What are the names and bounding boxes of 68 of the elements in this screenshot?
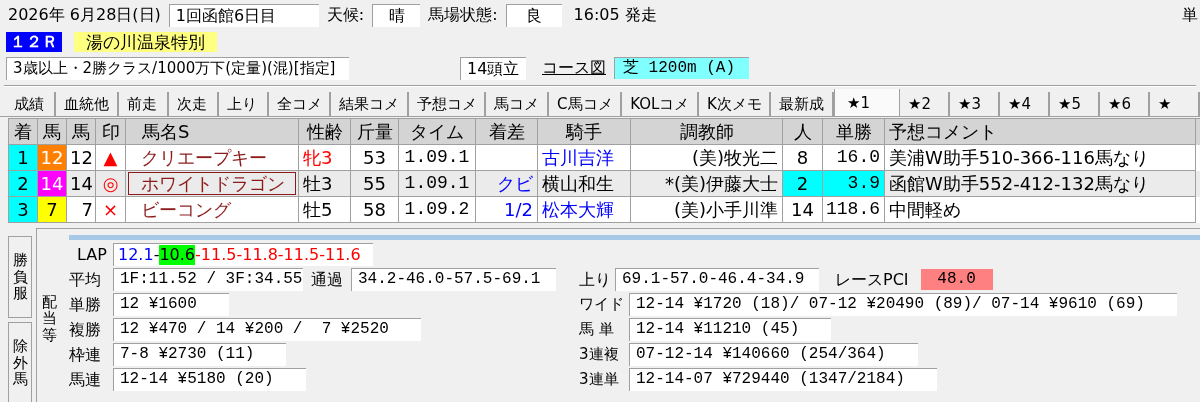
payout-field: 7-8 ¥2730 (11) [113, 343, 287, 366]
table-cell: 1 [9, 145, 38, 171]
payout-label: ワイド [579, 294, 625, 316]
section-label: 配当等 [41, 293, 57, 344]
race-name: 湯の川温泉特別 [74, 32, 217, 52]
track-condition-label: 馬場状態: [428, 4, 498, 26]
table-cell: 1/2 [476, 197, 538, 223]
payout-field: 12 ¥1600 [113, 293, 229, 316]
payout-field: 12 ¥470 / 14 ¥200 / 7 ¥2520 [113, 318, 421, 341]
frame-number: 12 [38, 145, 67, 171]
course-map-link[interactable]: コース図 [542, 56, 606, 80]
runners-field: 14頭立 [460, 56, 526, 80]
result-row[interactable]: 3 7 7 × ビーコング 牡5 58 1.09.2 1/2 松本大輝 (美)小手川準 14 118.6 中間軽め [9, 197, 1200, 223]
frame-number: 7 [38, 197, 67, 223]
payout-label: 3連単 [579, 369, 620, 391]
race-conditions-field: 3歳以上・2勝クラス/1000万下(定量)(混)[指定] [6, 56, 349, 80]
payout-label: 馬 単 [579, 319, 615, 341]
horse-name[interactable]: クリエープキー [128, 146, 296, 169]
column-heading: 単 [1182, 4, 1199, 26]
tab[interactable]: ★1 [833, 89, 900, 116]
payout-field: 12-14 ¥5180 (20) [113, 368, 306, 391]
side-tab[interactable]: 除外馬 [8, 322, 32, 402]
result-row[interactable]: 2 14 14 ◎ ホワイトドラゴン 牡3 55 1.09.1 クビ 横山和生 *(美)伊藤大士 2 3.9 函館W助手552-412-132馬なり [9, 171, 1200, 197]
table-cell: (美)小手川準 [631, 197, 783, 223]
payout-field: 07-12-14 ¥140660 (254/364) [629, 343, 918, 366]
payout-field: 12-14 ¥1720 (18)/ 07-12 ¥20490 (89)/ 07-14 ¥9610 (69) [629, 293, 1177, 316]
prediction-mark: × [96, 197, 126, 223]
payout-field: 12-14 ¥11210 (45) [629, 318, 832, 341]
last-split-field: 69.1-57.0-46.4-34.9 [615, 268, 819, 291]
payout-label: 枠連 [68, 343, 102, 366]
race-pci-label: レースPCI [835, 268, 909, 291]
table-cell: 牡5 [299, 197, 351, 223]
post-time: 16:05 発走 [573, 4, 657, 26]
lap-label: LAP [76, 243, 108, 266]
payout-label: 3連複 [579, 344, 620, 366]
weather-field: 晴 [372, 3, 421, 27]
side-tab[interactable]: 勝負服 [8, 236, 32, 318]
race-date: 2026年 6月28日(日) [8, 4, 161, 26]
payout-label: 複勝 [68, 318, 102, 341]
passing-field: 34.2-46.0-57.5-69.1 [351, 268, 556, 291]
weather-label: 天候: [326, 4, 365, 26]
payout-label: 単勝 [68, 293, 102, 316]
track-condition-field: 良 [505, 3, 562, 27]
jockey-name: 松本大輝 [538, 197, 631, 223]
frame-number: 14 [38, 171, 67, 197]
table-cell: 7 [67, 197, 96, 223]
race-pci-value: 48.0 [920, 269, 993, 290]
table-cell: 1.09.2 [399, 197, 476, 223]
table-cell: 2 [9, 171, 38, 197]
result-row[interactable]: 1 12 12 ▲ クリエープキー 牝3 53 1.09.1 古川吉洋 (美)牧光二 8 16.0 美浦W助手510-366-116馬なり [9, 145, 1200, 171]
payout-label: 馬連 [68, 368, 102, 391]
last-split-label: 上り [579, 268, 612, 291]
table-cell: 3 [9, 197, 38, 223]
payout-field: 12-14-07 ¥729440 (1347/2184) [629, 368, 937, 391]
table-cell: 14 [783, 197, 823, 223]
race-number: １２Ｒ [6, 32, 62, 52]
table-cell: 2 [783, 171, 823, 197]
passing-label: 通過 [311, 268, 343, 291]
table-cell: 3.9 [823, 171, 885, 197]
average-label: 平均 [68, 268, 102, 291]
table-cell: 58 [351, 197, 399, 223]
table-cell: 118.6 [823, 197, 885, 223]
meeting-field: 1回函館6日目 [168, 3, 319, 27]
horse-name[interactable]: ホワイトドラゴン [128, 172, 296, 195]
horse-name[interactable]: ビーコング [128, 198, 296, 221]
average-field: 1F:11.52 / 3F:34.55 [113, 268, 303, 291]
course-field: 芝 1200m (A) [614, 57, 749, 79]
table-cell: 中間軽め [885, 197, 1196, 223]
